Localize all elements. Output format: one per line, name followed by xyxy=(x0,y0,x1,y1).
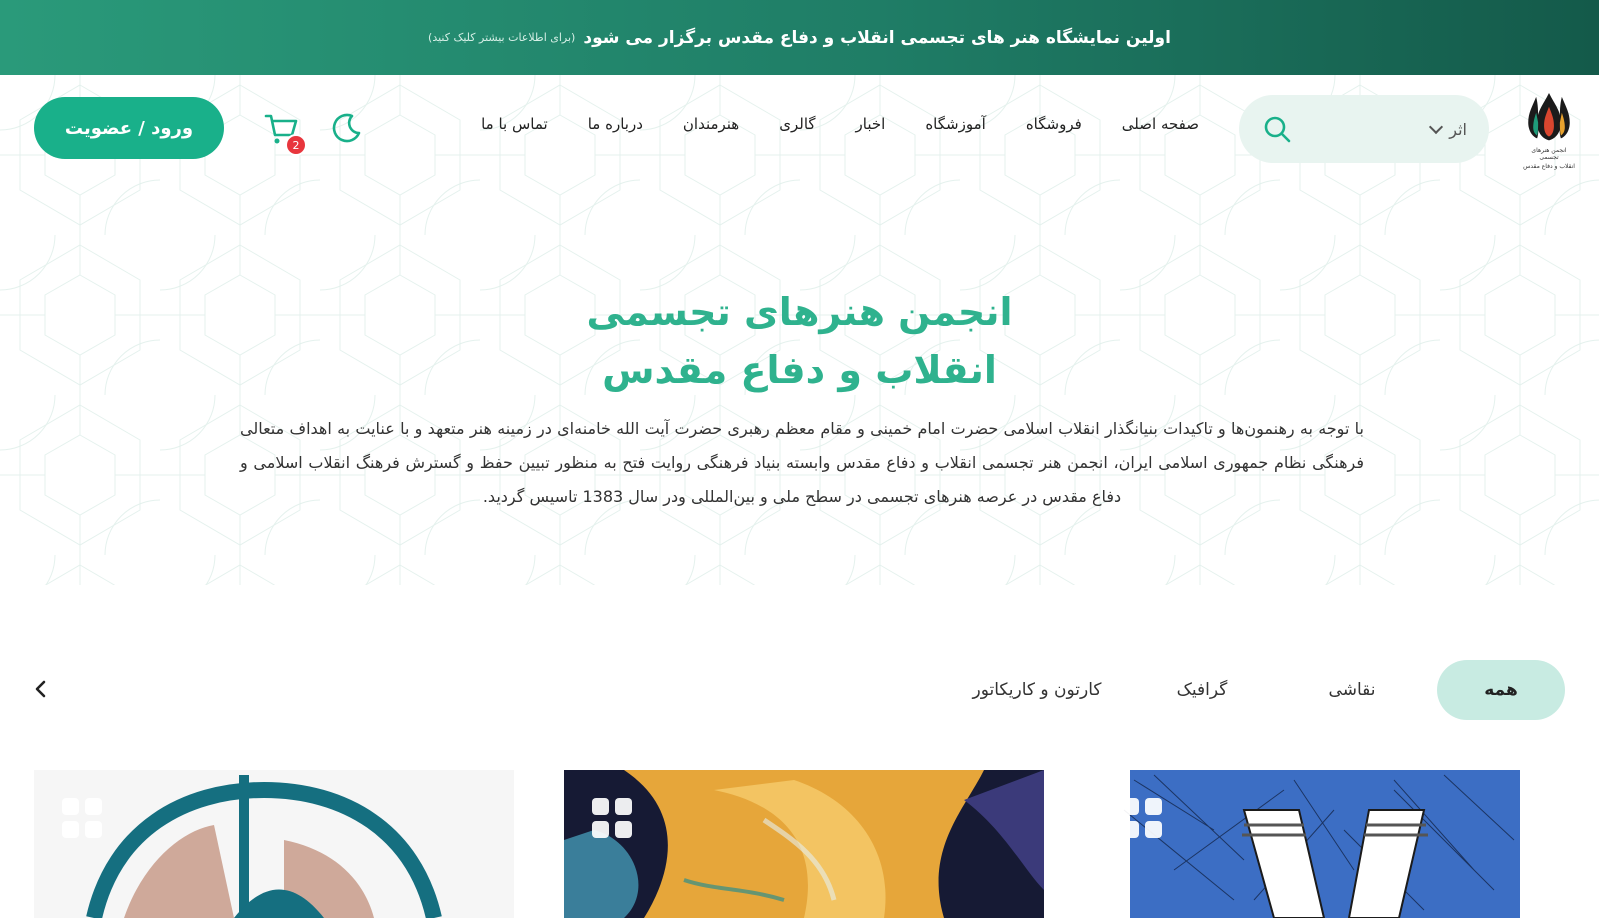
hero-title-line-1: انجمن هنرهای تجسمی xyxy=(586,290,1013,334)
artwork-card[interactable] xyxy=(1094,770,1574,918)
tab-all[interactable]: همه xyxy=(1437,660,1565,720)
moon-icon xyxy=(332,113,361,143)
artwork-image xyxy=(1094,770,1574,918)
nav-shop[interactable]: فروشگاه xyxy=(1026,115,1082,133)
logo-caption-line-2: انقلاب و دفاع مقدس xyxy=(1523,163,1575,171)
grid-icon xyxy=(1122,798,1162,838)
site-logo[interactable]: انجمن هنرهای تجسمی انقلاب و دفاع مقدس xyxy=(1521,89,1577,171)
nav-home[interactable]: صفحه اصلی xyxy=(1122,115,1199,133)
logo-flame-icon xyxy=(1528,92,1570,141)
category-tabs: همه نقاشی گرافیک کارتون و کاریکاتور xyxy=(937,660,1565,720)
tabs-scroll-left-button[interactable] xyxy=(30,678,52,700)
search-icon xyxy=(1264,116,1291,143)
artwork-card[interactable] xyxy=(34,770,514,918)
nav-news[interactable]: اخبار xyxy=(856,115,886,133)
site-header: انجمن هنرهای تجسمی انقلاب و دفاع مقدس اث… xyxy=(0,75,1599,185)
search-type-select[interactable]: اثر xyxy=(1429,119,1467,139)
hero-title-line-2: انقلاب و دفاع مقدس xyxy=(602,348,997,392)
cart-count-badge: 2 xyxy=(285,134,307,156)
nav-artists[interactable]: هنرمندان xyxy=(683,115,739,133)
tab-painting[interactable]: نقاشی xyxy=(1267,660,1437,720)
tab-graphic[interactable]: گرافیک xyxy=(1137,660,1267,720)
hero-description: با توجه به رهنمون‌ها و تاکیدات بنیانگذار… xyxy=(240,419,1364,506)
announcement-text: اولین نمایشگاه هنر های تجسمی انقلاب و دف… xyxy=(583,27,1171,48)
artwork-card[interactable] xyxy=(564,770,1044,918)
chevron-left-icon xyxy=(35,680,46,698)
nav-about[interactable]: درباره ما xyxy=(588,115,643,133)
announcement-bar[interactable]: اولین نمایشگاه هنر های تجسمی انقلاب و دف… xyxy=(0,0,1599,75)
nav-gallery[interactable]: گالری xyxy=(779,115,815,133)
artwork-image xyxy=(564,770,1044,918)
announcement-note: (برای اطلاعات بیشتر کلیک کنید) xyxy=(428,31,576,44)
nav-contact[interactable]: تماس با ما xyxy=(481,115,548,133)
search-button[interactable] xyxy=(1261,113,1293,145)
logo-caption-line-1: انجمن هنرهای تجسمی xyxy=(1531,147,1567,162)
theme-toggle-button[interactable] xyxy=(330,111,364,145)
hero-title: انجمن هنرهای تجسمی انقلاب و دفاع مقدس xyxy=(0,283,1599,399)
grid-icon xyxy=(62,798,102,838)
cart-button[interactable]: 2 xyxy=(260,111,307,156)
search-type-label: اثر xyxy=(1449,119,1467,139)
page: اولین نمایشگاه هنر های تجسمی انقلاب و دف… xyxy=(0,0,1599,918)
tab-cartoon[interactable]: کارتون و کاریکاتور xyxy=(937,660,1137,720)
login-register-button[interactable]: ورود / عضویت xyxy=(34,97,224,159)
chevron-down-icon xyxy=(1429,119,1444,134)
grid-icon xyxy=(592,798,632,838)
artwork-image xyxy=(34,770,514,918)
search-box: اثر xyxy=(1239,95,1489,163)
nav-academy[interactable]: آموزشگاه xyxy=(925,115,985,133)
main-nav: صفحه اصلی فروشگاه آموزشگاه اخبار گالری ه… xyxy=(481,115,1199,133)
